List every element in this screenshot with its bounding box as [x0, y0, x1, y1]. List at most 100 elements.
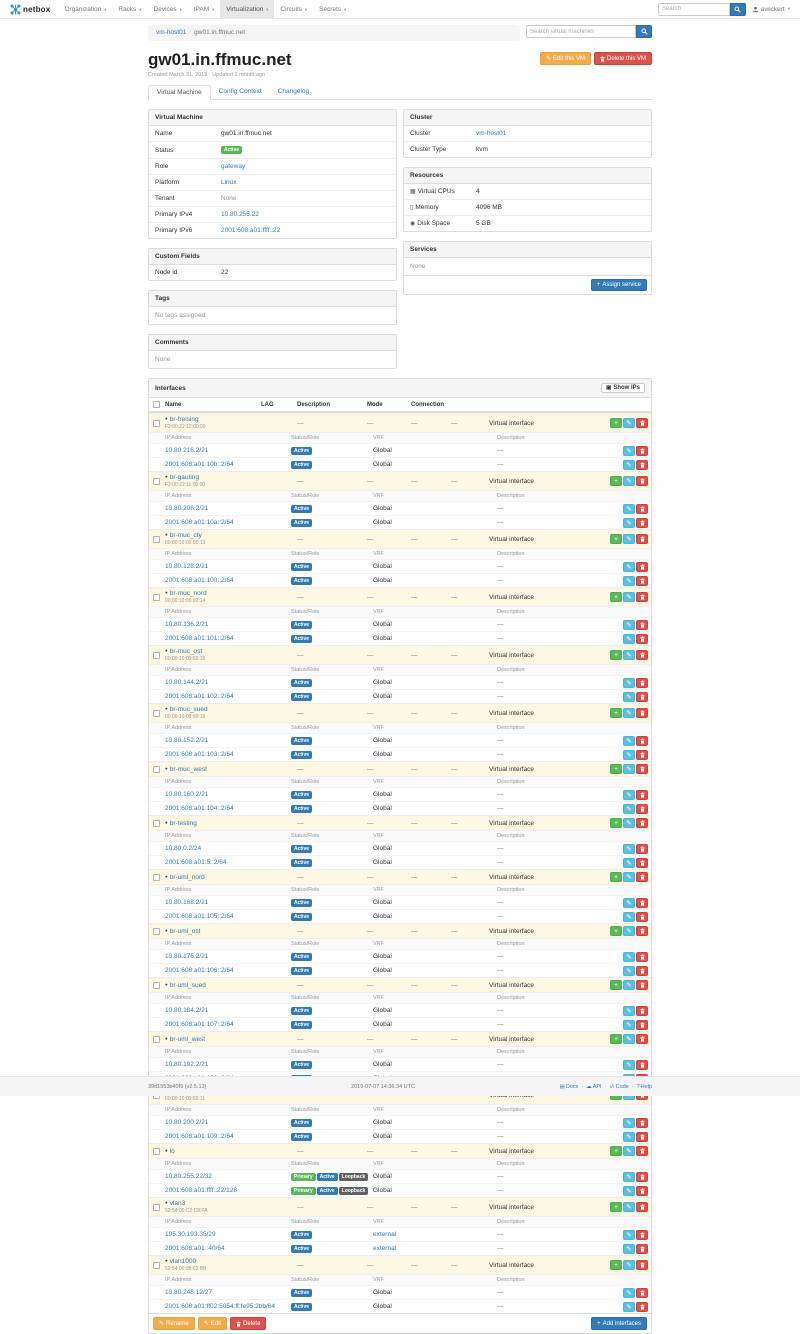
- edit-button[interactable]: ✎: [623, 912, 635, 922]
- ip-address-link[interactable]: 2001:608:a01:101::2/64: [165, 635, 291, 642]
- edit-button[interactable]: ✎: [623, 1244, 635, 1254]
- delete-button[interactable]: Delete: [230, 1317, 266, 1330]
- ip-address-link[interactable]: 2001:608:a01:104::2/64: [165, 805, 291, 812]
- edit-button[interactable]: ✎: [623, 1186, 635, 1196]
- delete-button[interactable]: [636, 980, 648, 990]
- edit-button[interactable]: ✎: [623, 1006, 635, 1016]
- edit-button[interactable]: ✎: [623, 1230, 635, 1240]
- ip-address-link[interactable]: 10.80.128.2/21: [165, 563, 291, 570]
- vm-search-input[interactable]: [526, 25, 636, 38]
- ip-address-link[interactable]: 10.80.192.2/21: [165, 1061, 291, 1068]
- delete-button[interactable]: [636, 650, 648, 660]
- delete-button[interactable]: [636, 1172, 648, 1182]
- delete-button[interactable]: [636, 1006, 648, 1016]
- delete-button[interactable]: [636, 534, 648, 544]
- delete-button[interactable]: [636, 1118, 648, 1128]
- assign-service-button[interactable]: +Assign service: [591, 279, 647, 291]
- interface-link[interactable]: br-muc_sued: [170, 706, 208, 713]
- add-ip-button[interactable]: +: [610, 534, 622, 544]
- interface-link[interactable]: lo: [170, 1148, 175, 1155]
- delete-button[interactable]: [636, 1060, 648, 1070]
- delete-button[interactable]: [636, 912, 648, 922]
- edit-button[interactable]: ✎: [623, 1202, 635, 1212]
- interface-checkbox[interactable]: [153, 478, 160, 485]
- ip-address-link[interactable]: 10.80.184.2/21: [165, 1007, 291, 1014]
- edit-button[interactable]: ✎Edit: [198, 1317, 227, 1330]
- footer-link-code[interactable]: ‹/›Code: [609, 1084, 628, 1090]
- nav-item-circuits[interactable]: Circuits ▾: [274, 0, 313, 19]
- ip-address-link[interactable]: 10.80.216.2/21: [165, 447, 291, 454]
- ip-address-link[interactable]: 10.80.200.2/21: [165, 1119, 291, 1126]
- vrf-link[interactable]: external: [373, 1231, 497, 1238]
- interface-checkbox[interactable]: [153, 928, 160, 935]
- edit-button[interactable]: ✎: [623, 1260, 635, 1270]
- edit-button[interactable]: ✎: [623, 576, 635, 586]
- ip-address-link[interactable]: 10.80.152.2/21: [165, 737, 291, 744]
- interface-checkbox[interactable]: [153, 766, 160, 773]
- user-menu[interactable]: awickert ▾: [752, 6, 790, 13]
- delete-button[interactable]: [636, 562, 648, 572]
- interface-link[interactable]: br-uml_ost: [170, 928, 201, 935]
- interface-link[interactable]: br-muc_nord: [170, 590, 207, 597]
- interface-checkbox[interactable]: [153, 1036, 160, 1043]
- footer-link-docs[interactable]: ▤Docs: [560, 1084, 579, 1090]
- delete-button[interactable]: [636, 620, 648, 630]
- edit-button[interactable]: ✎: [623, 534, 635, 544]
- ip-address-link[interactable]: 2001:608:a01:109::2/64: [165, 1133, 291, 1140]
- delete-button[interactable]: [636, 708, 648, 718]
- global-search-button[interactable]: [730, 3, 746, 16]
- delete-button[interactable]: [636, 692, 648, 702]
- nav-item-racks[interactable]: Racks ▾: [112, 0, 147, 19]
- delete-button[interactable]: [636, 1132, 648, 1142]
- add-ip-button[interactable]: +: [610, 1202, 622, 1212]
- delete-button[interactable]: [636, 1230, 648, 1240]
- tab-virtual-machine[interactable]: Virtual Machine: [148, 85, 211, 100]
- nav-item-secrets[interactable]: Secrets ▾: [313, 0, 352, 19]
- ip-address-link[interactable]: 2001:608:a01:10b::2/64: [165, 461, 291, 468]
- delete-button[interactable]: [636, 592, 648, 602]
- delete-button[interactable]: [636, 1302, 648, 1312]
- nav-item-organization[interactable]: Organization ▾: [58, 0, 112, 19]
- ip-address-link[interactable]: 10.80.144.2/21: [165, 679, 291, 686]
- ip-address-link[interactable]: 2001:608:a01:10a::2/64: [165, 519, 291, 526]
- edit-button[interactable]: ✎: [623, 952, 635, 962]
- edit-button[interactable]: ✎: [623, 1034, 635, 1044]
- interface-link[interactable]: br-uml_nord: [170, 874, 205, 881]
- row-value-link[interactable]: 10.80.255.22: [221, 211, 390, 218]
- interface-link[interactable]: vlan3: [170, 1200, 186, 1207]
- edit-button[interactable]: ✎: [623, 1060, 635, 1070]
- delete-button[interactable]: [636, 872, 648, 882]
- ip-address-link[interactable]: 2001:608:a01::40/64: [165, 1245, 291, 1252]
- edit-button[interactable]: ✎: [623, 460, 635, 470]
- edit-button[interactable]: ✎: [623, 872, 635, 882]
- edit-button[interactable]: ✎: [623, 446, 635, 456]
- interface-link[interactable]: br-uml_sued: [170, 982, 206, 989]
- edit-button[interactable]: ✎: [623, 1118, 635, 1128]
- interface-link[interactable]: br-testing: [170, 820, 197, 827]
- delete-button[interactable]: [636, 966, 648, 976]
- ip-address-link[interactable]: 2001:608:a01:107::2/64: [165, 1021, 291, 1028]
- interface-checkbox[interactable]: [153, 820, 160, 827]
- nav-item-virtualization[interactable]: Virtualization ▾: [220, 0, 274, 19]
- edit-button[interactable]: ✎: [623, 592, 635, 602]
- ip-address-link[interactable]: 10.80.208.2/21: [165, 505, 291, 512]
- delete-button[interactable]: [636, 952, 648, 962]
- interface-link[interactable]: br-uml_west: [170, 1036, 205, 1043]
- delete-button[interactable]: [636, 790, 648, 800]
- edit-vm-button[interactable]: ✎Edit this VM: [540, 52, 591, 65]
- delete-button[interactable]: [636, 764, 648, 774]
- delete-button[interactable]: [636, 750, 648, 760]
- ip-address-link[interactable]: 10.80.248.12/27: [165, 1289, 291, 1296]
- delete-button[interactable]: [636, 460, 648, 470]
- edit-button[interactable]: ✎: [623, 518, 635, 528]
- delete-button[interactable]: [636, 1288, 648, 1298]
- delete-button[interactable]: [636, 1244, 648, 1254]
- add-ip-button[interactable]: +: [610, 1260, 622, 1270]
- footer-link-help[interactable]: ?Help: [637, 1084, 652, 1090]
- edit-button[interactable]: ✎: [623, 858, 635, 868]
- ip-address-link[interactable]: 2001:608:a01:102::2/64: [165, 693, 291, 700]
- edit-button[interactable]: ✎: [623, 980, 635, 990]
- delete-button[interactable]: [636, 736, 648, 746]
- delete-button[interactable]: [636, 1202, 648, 1212]
- interface-link[interactable]: br-muc_ost: [170, 648, 203, 655]
